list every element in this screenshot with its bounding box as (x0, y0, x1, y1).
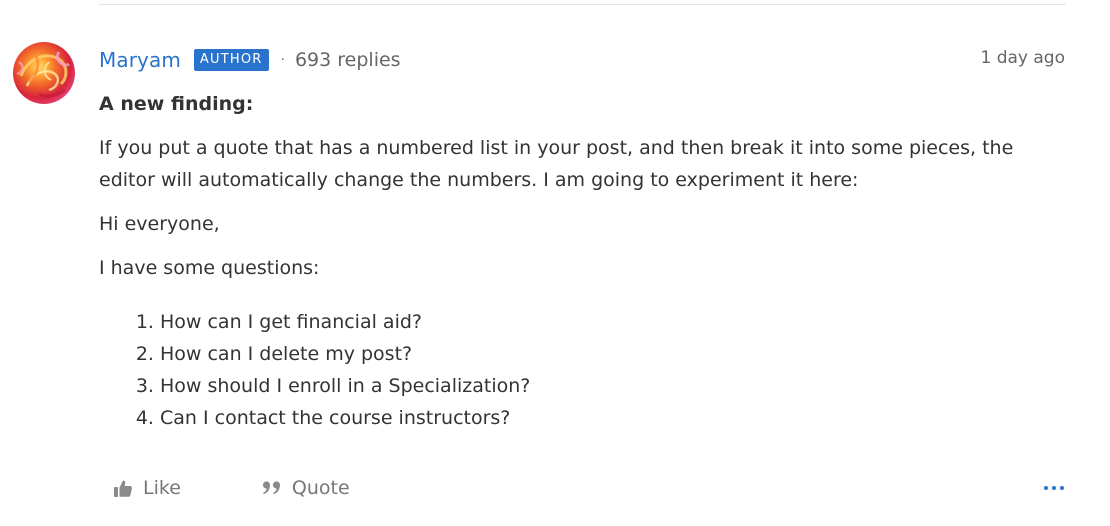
post-container: Maryam AUTHOR · 693 replies 1 day ago A … (0, 0, 1110, 526)
list-item: How can I get financial aid? (160, 306, 1064, 338)
post-body: A new finding: If you put a quote that h… (99, 88, 1064, 434)
divider (99, 4, 1066, 5)
quote-label: Quote (291, 477, 350, 499)
more-options-icon[interactable] (1044, 480, 1064, 496)
list-item: How should I enroll in a Specialization? (160, 370, 1064, 402)
dot (1052, 486, 1056, 490)
like-button[interactable]: Like (112, 477, 181, 499)
question-list: How can I get financial aid? How can I d… (99, 306, 1064, 434)
dot (1044, 486, 1048, 490)
thumbs-up-icon (112, 477, 134, 499)
list-item: Can I contact the course instructors? (160, 402, 1064, 434)
post-heading: A new finding: (99, 93, 254, 115)
reply-count[interactable]: 693 replies (295, 49, 401, 71)
list-item: How can I delete my post? (160, 338, 1064, 370)
dot (1060, 486, 1064, 490)
avatar[interactable] (13, 42, 75, 104)
quote-icon (261, 477, 283, 499)
author-badge: AUTHOR (193, 49, 269, 71)
post-timestamp: 1 day ago (980, 48, 1065, 68)
post-paragraph: If you put a quote that has a numbered l… (99, 137, 1014, 191)
like-label: Like (143, 477, 181, 499)
post-actions: Like Quote (112, 472, 350, 504)
avatar-image (16, 51, 71, 98)
post-intro: I have some questions: (99, 257, 320, 279)
separator-dot: · (280, 52, 285, 68)
post-header: Maryam AUTHOR · 693 replies (99, 44, 401, 76)
author-name[interactable]: Maryam (99, 48, 181, 72)
quote-button[interactable]: Quote (261, 477, 350, 499)
post-greeting: Hi everyone, (99, 213, 220, 235)
